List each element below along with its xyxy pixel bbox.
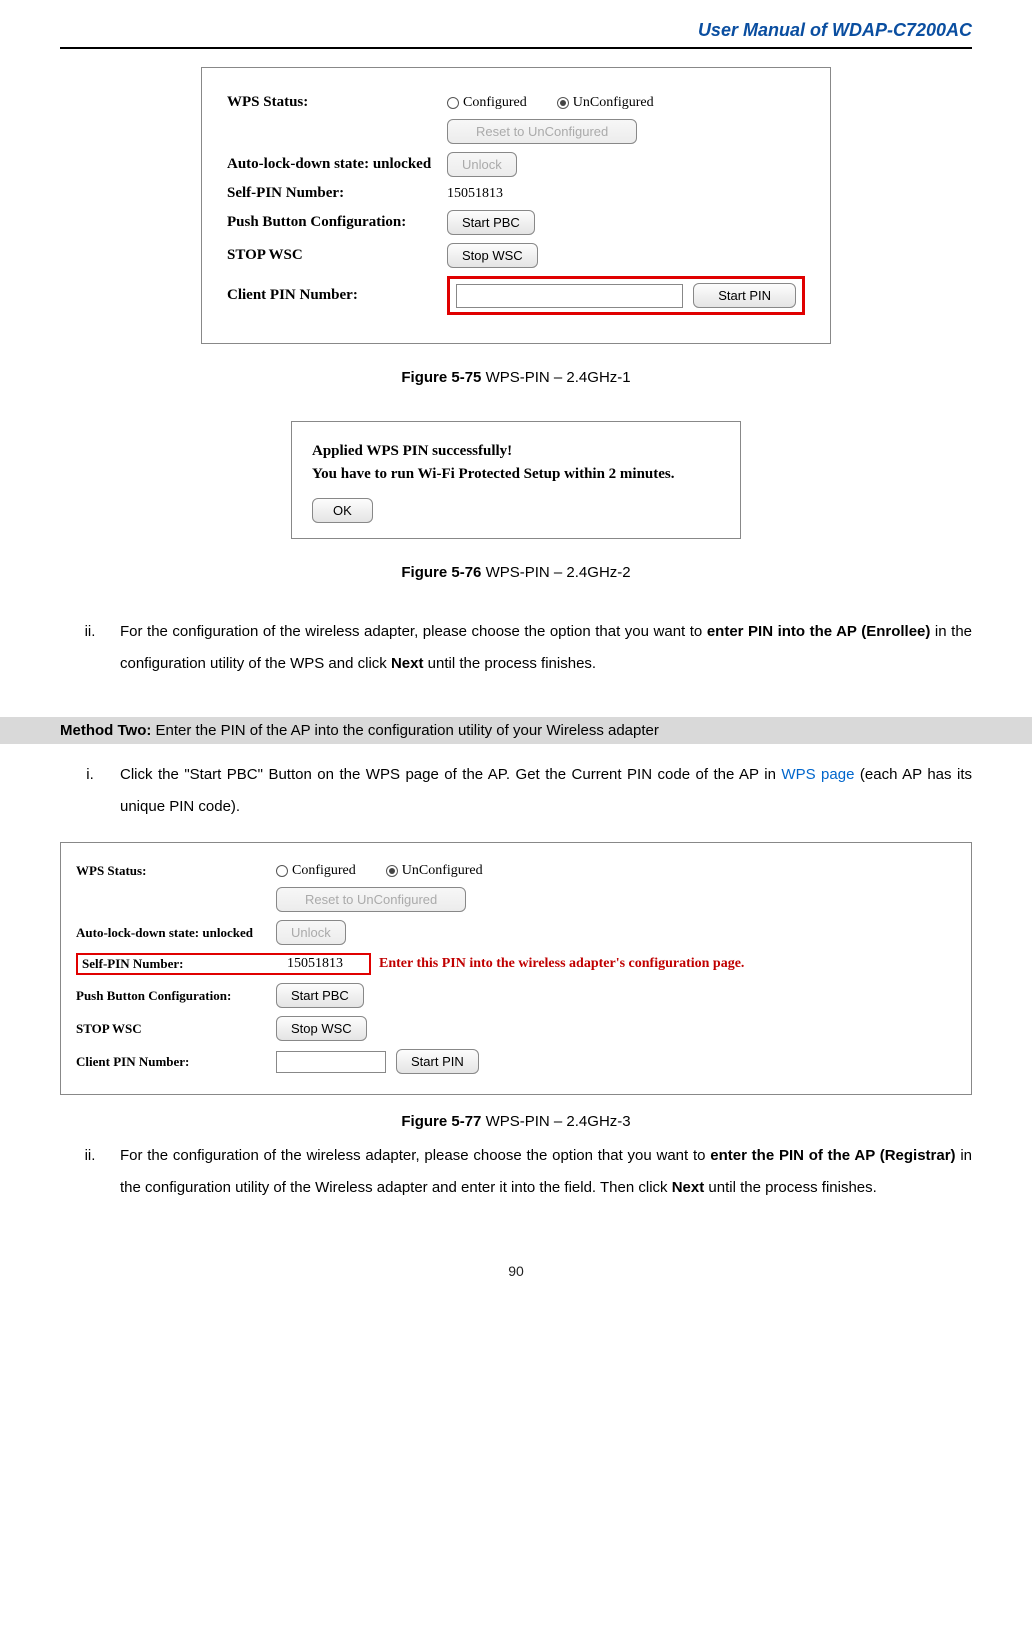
figure-5-76-caption: Figure 5-76 WPS-PIN – 2.4GHz-2	[60, 564, 972, 581]
para-text: For the configuration of the wireless ad…	[120, 623, 707, 640]
method-two-bold: Method Two:	[60, 722, 151, 739]
radio-icon	[447, 97, 459, 109]
page-number: 90	[60, 1263, 972, 1279]
reset-unconfigured-button[interactable]: Reset to UnConfigured	[447, 119, 637, 144]
pbc-label: Push Button Configuration:	[227, 214, 447, 231]
paragraph-ii-1: ii. For the configuration of the wireles…	[60, 616, 972, 679]
autolock-label: Auto-lock-down state: unlocked	[76, 925, 276, 941]
radio-configured-label: Configured	[292, 863, 356, 879]
radio-unconfigured-label: UnConfigured	[573, 95, 654, 111]
doc-header-title: User Manual of WDAP-C7200AC	[60, 20, 972, 47]
wps-panel-3: WPS Status: Configured UnConfigured Rese…	[60, 842, 972, 1095]
selfpin-highlight-row: Self-PIN Number: 15051813 Enter this PIN…	[76, 953, 956, 975]
figure-5-77-text: WPS-PIN – 2.4GHz-3	[481, 1113, 630, 1130]
client-pin-input[interactable]	[276, 1051, 386, 1073]
figure-5-77-bold: Figure 5-77	[401, 1113, 481, 1130]
selfpin-label: Self-PIN Number:	[227, 185, 447, 202]
radio-configured-label: Configured	[463, 95, 527, 111]
figure-5-75-caption: Figure 5-75 WPS-PIN – 2.4GHz-1	[60, 369, 972, 386]
unlock-button[interactable]: Unlock	[276, 920, 346, 945]
paragraph-i: i. Click the "Start PBC" Button on the W…	[60, 759, 972, 822]
autolock-label: Auto-lock-down state: unlocked	[227, 156, 447, 173]
para-text: For the configuration of the wireless ad…	[120, 1147, 710, 1164]
stop-wsc-button[interactable]: Stop WSC	[276, 1016, 367, 1041]
start-pin-button[interactable]: Start PIN	[693, 283, 796, 308]
method-two-text: Enter the PIN of the AP into the configu…	[151, 722, 659, 739]
wps-dialog-panel: Applied WPS PIN successfully! You have t…	[291, 421, 741, 539]
para-bold-1: enter the PIN of the AP (Registrar)	[710, 1147, 955, 1164]
radio-unconfigured[interactable]: UnConfigured	[386, 863, 483, 879]
figure-5-75-text: WPS-PIN – 2.4GHz-1	[481, 369, 630, 386]
figure-5-76-bold: Figure 5-76	[401, 564, 481, 581]
wps-status-label: WPS Status:	[76, 863, 276, 879]
client-pin-input[interactable]	[456, 284, 683, 308]
para-bold-2: Next	[391, 655, 424, 672]
stopwsc-label: STOP WSC	[76, 1021, 276, 1037]
list-number: ii.	[60, 1140, 120, 1203]
radio-icon	[557, 97, 569, 109]
figure-5-76-text: WPS-PIN – 2.4GHz-2	[481, 564, 630, 581]
radio-unconfigured[interactable]: UnConfigured	[557, 95, 654, 111]
selfpin-label: Self-PIN Number:	[82, 956, 277, 972]
radio-unconfigured-label: UnConfigured	[402, 863, 483, 879]
reset-unconfigured-button[interactable]: Reset to UnConfigured	[276, 887, 466, 912]
wps-page-link[interactable]: WPS page	[781, 766, 854, 783]
radio-configured[interactable]: Configured	[447, 95, 527, 111]
ok-button[interactable]: OK	[312, 498, 373, 523]
selfpin-value: 15051813	[287, 956, 343, 972]
clientpin-label: Client PIN Number:	[227, 287, 447, 304]
radio-configured[interactable]: Configured	[276, 863, 356, 879]
clientpin-label: Client PIN Number:	[76, 1054, 276, 1070]
figure-5-75-bold: Figure 5-75	[401, 369, 481, 386]
list-number: ii.	[60, 616, 120, 679]
stopwsc-label: STOP WSC	[227, 247, 447, 264]
start-pbc-button[interactable]: Start PBC	[447, 210, 535, 235]
para-bold-1: enter PIN into the AP (Enrollee)	[707, 623, 931, 640]
dialog-line-1: Applied WPS PIN successfully!	[312, 443, 720, 460]
wps-status-label: WPS Status:	[227, 94, 447, 111]
unlock-button[interactable]: Unlock	[447, 152, 517, 177]
para-text: until the process finishes.	[704, 1179, 877, 1196]
start-pin-button[interactable]: Start PIN	[396, 1049, 479, 1074]
dialog-line-2: You have to run Wi-Fi Protected Setup wi…	[312, 466, 720, 483]
client-pin-highlight: Start PIN	[447, 276, 805, 315]
list-number: i.	[60, 759, 120, 822]
radio-icon	[276, 865, 288, 877]
radio-icon	[386, 865, 398, 877]
method-two-bar: Method Two: Enter the PIN of the AP into…	[0, 717, 1032, 744]
para-bold-2: Next	[672, 1179, 705, 1196]
header-divider	[60, 47, 972, 49]
para-text: until the process finishes.	[423, 655, 596, 672]
figure-5-77-caption: Figure 5-77 WPS-PIN – 2.4GHz-3	[60, 1113, 972, 1130]
red-annotation: Enter this PIN into the wireless adapter…	[379, 956, 744, 972]
start-pbc-button[interactable]: Start PBC	[276, 983, 364, 1008]
wps-panel-1: WPS Status: Configured UnConfigured Rese…	[201, 67, 831, 344]
paragraph-ii-2: ii. For the configuration of the wireles…	[60, 1140, 972, 1203]
para-text: Click the "Start PBC" Button on the WPS …	[120, 766, 781, 783]
stop-wsc-button[interactable]: Stop WSC	[447, 243, 538, 268]
pbc-label: Push Button Configuration:	[76, 988, 276, 1004]
selfpin-value: 15051813	[447, 186, 503, 202]
